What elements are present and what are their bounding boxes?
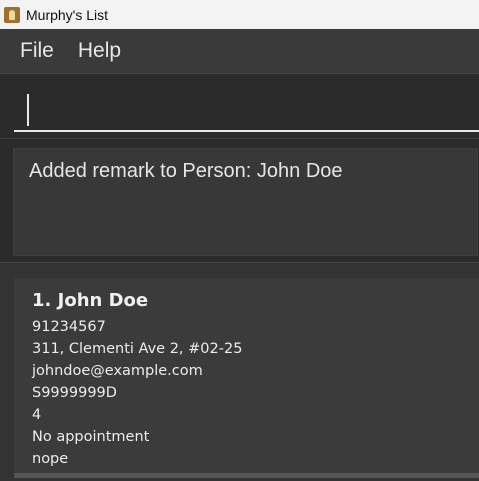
result-message: Added remark to Person: John Doe — [29, 160, 343, 182]
window-title: Murphy's List — [26, 6, 109, 23]
text-caret — [27, 94, 29, 126]
result-panel: Added remark to Person: John Doe — [0, 138, 479, 260]
title-bar: Murphy's List — [0, 0, 479, 29]
person-appointment: No appointment — [32, 429, 150, 445]
person-address: 311, Clementi Ave 2, #02-25 — [32, 341, 243, 357]
person-list-panel[interactable]: 1. John Doe 91234567 311, Clementi Ave 2… — [0, 262, 479, 481]
person-remark: nope — [32, 451, 69, 467]
menu-bar: File Help — [0, 29, 479, 73]
menu-file[interactable]: File — [20, 39, 54, 63]
result-display: Added remark to Person: John Doe — [12, 147, 479, 257]
command-input[interactable] — [32, 90, 472, 126]
person-nric: S9999999D — [32, 385, 117, 401]
menu-help[interactable]: Help — [78, 39, 121, 63]
person-phone: 91234567 — [32, 319, 106, 335]
command-box[interactable] — [14, 82, 479, 132]
person-name: 1. John Doe — [32, 290, 149, 311]
person-email: johndoe@example.com — [32, 363, 203, 379]
card-divider — [14, 473, 479, 478]
person-field-4: 4 — [32, 407, 42, 423]
person-card[interactable]: 1. John Doe 91234567 311, Clementi Ave 2… — [14, 278, 479, 478]
command-panel — [0, 73, 479, 138]
app-person-icon — [4, 6, 20, 23]
